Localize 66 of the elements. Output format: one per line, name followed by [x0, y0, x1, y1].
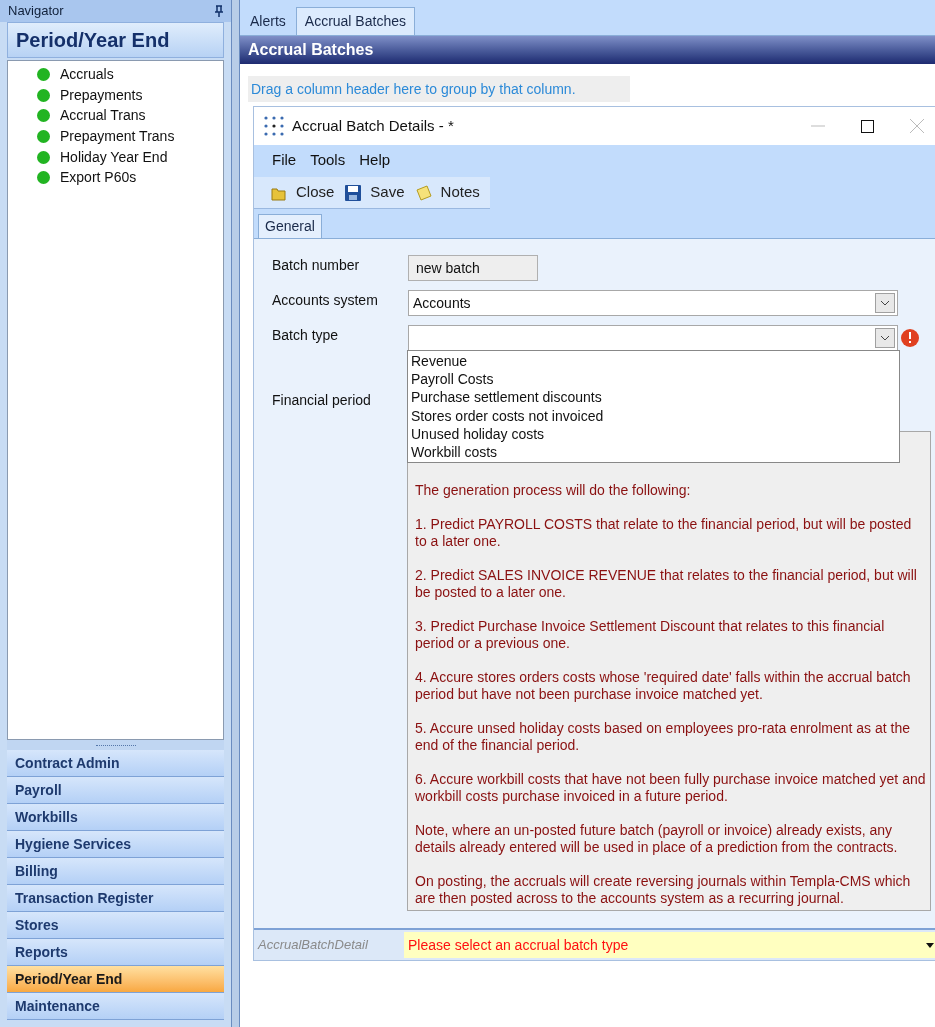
description-paragraph: 2. Predict SALES INVOICE REVENUE that relates to the financial period, but will be posted to a later one.: [415, 567, 918, 601]
dialog-title: Accrual Batch Details - *: [292, 115, 454, 136]
field-label: Batch type: [272, 326, 340, 345]
save-icon: [344, 183, 363, 202]
description-paragraph: The generation process will do the following:: [415, 482, 692, 499]
form-tab[interactable]: General: [258, 214, 322, 238]
description-paragraph: 3. Predict Purchase Invoice Settlement Discount that relates to this financial period or a previous one.: [415, 618, 886, 652]
group-hint: Drag a column header here to group by that column.: [251, 79, 576, 99]
navigator-group-button[interactable]: Billing: [7, 858, 224, 885]
dropdown-option[interactable]: Payroll Costs: [411, 370, 899, 389]
navigator-group-button[interactable]: Transaction Register: [7, 885, 224, 912]
navigator-title: Navigator: [8, 2, 64, 21]
navigator-group-button[interactable]: Contract Admin: [7, 750, 224, 777]
note-icon: [414, 183, 433, 202]
description-paragraph: 4. Accure stores orders costs whose 'required date' falls within the accrual batch period but have not been purchase invoice matched yet.: [415, 669, 912, 703]
field-label: Financial period: [272, 392, 371, 408]
navigator-item[interactable]: Accrual Trans: [60, 105, 146, 127]
dropdown-option[interactable]: Unused holiday costs: [411, 424, 899, 443]
navigator-group-button[interactable]: Stores: [7, 912, 224, 939]
description-paragraph: 5. Accure unsed holiday costs based on employees pro-rata enrolment as at the end of the financial period.: [415, 720, 911, 754]
navigator-item[interactable]: Holiday Year End: [60, 146, 168, 168]
dropdown-button[interactable]: [875, 328, 895, 348]
dropdown-option[interactable]: Revenue: [411, 352, 899, 371]
dropdown-option[interactable]: Purchase settlement discounts: [411, 388, 899, 407]
pin-icon[interactable]: [215, 5, 223, 17]
navigator-item[interactable]: Export P60s: [60, 167, 137, 189]
toolbar-button[interactable]: Save: [344, 181, 405, 204]
navigator-group-button[interactable]: Reports: [7, 939, 224, 966]
combo-box[interactable]: Accounts: [408, 290, 898, 316]
dropdown-button[interactable]: [875, 293, 895, 313]
maximize-icon[interactable]: [861, 119, 874, 133]
menu-item[interactable]: Help: [359, 148, 391, 172]
document-tab[interactable]: Alerts: [242, 7, 294, 35]
navigator-item[interactable]: Accruals: [60, 63, 114, 85]
field-label: Accounts system: [272, 291, 379, 310]
navigator-group-button[interactable]: Maintenance: [7, 993, 224, 1020]
description-paragraph: 1. Predict PAYROLL COSTS that relate to the financial period, but will be posted to a later one.: [415, 516, 913, 550]
toolbar-button[interactable]: Close: [270, 181, 335, 204]
grid-dots-icon: [264, 116, 284, 136]
section-title: Period/Year End: [16, 28, 170, 53]
dropdown-option[interactable]: Workbill costs: [411, 442, 899, 462]
navigator-group-button[interactable]: Hygiene Services: [7, 831, 224, 858]
close-icon[interactable]: [910, 119, 924, 133]
document-tab[interactable]: Accrual Batches: [295, 7, 415, 35]
field-label: Batch number: [272, 256, 361, 275]
description-paragraph: On posting, the accruals will create reversing journals within Templa-CMS which are then posted across to the accounts system as a recurring journal.: [415, 873, 912, 907]
description-paragraph: Note, where an un-posted future batch (payroll or invoice) already exists, any details already entered will be used in place of a prediction from the contracts.: [415, 822, 899, 856]
navigator-group-button[interactable]: Period/Year End: [7, 966, 224, 993]
toolbar-button[interactable]: Notes: [414, 181, 480, 204]
panel-title: Accrual Batches: [248, 40, 374, 60]
navigator-group-button[interactable]: Workbills: [7, 804, 224, 831]
navigator-item[interactable]: Prepayments: [60, 84, 143, 106]
panel-splitter[interactable]: [232, 0, 240, 1027]
menu-item[interactable]: Tools: [310, 148, 346, 172]
chevron-down-icon: [880, 300, 890, 306]
chevron-down-icon: [880, 335, 890, 341]
splitter-handle[interactable]: [7, 740, 224, 750]
dropdown-option[interactable]: Stores order costs not invoiced: [411, 406, 899, 425]
caret-down-icon[interactable]: [926, 942, 934, 948]
description-paragraph: 6. Accure workbill costs that have not been fully purchase invoice matched yet and workbill costs purchase invoiced in a future period.: [415, 771, 926, 805]
status-label: AccrualBatchDetail: [258, 936, 369, 955]
navigator-item[interactable]: Prepayment Trans: [60, 125, 175, 147]
navigator-group-button[interactable]: Payroll: [7, 777, 224, 804]
menu-item[interactable]: File: [272, 148, 297, 172]
status-message-field[interactable]: Please select an accrual batch type: [404, 932, 935, 958]
batch-number-field: new batch: [408, 255, 538, 281]
